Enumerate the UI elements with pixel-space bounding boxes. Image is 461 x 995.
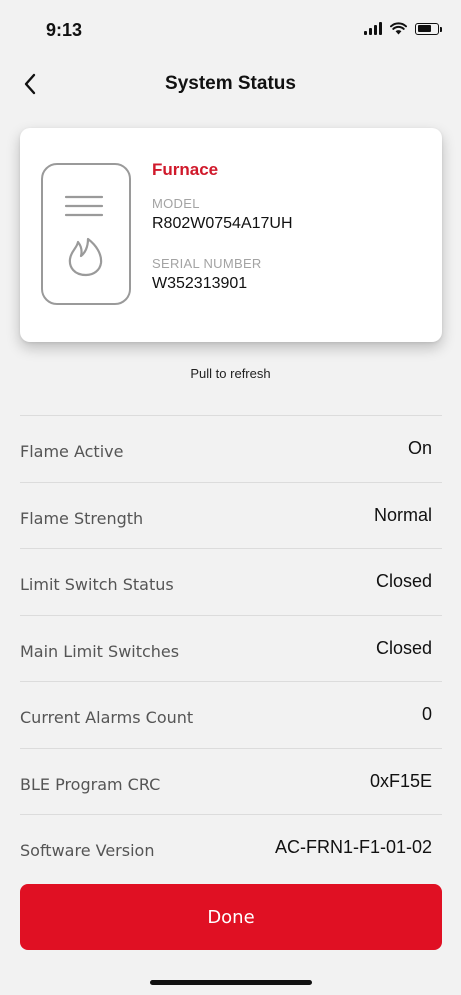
row-label: BLE Program CRC	[20, 774, 161, 794]
home-indicator	[150, 980, 312, 985]
model-value: R802W0754A17UH	[152, 215, 293, 232]
row-value: On	[407, 438, 432, 458]
row-value: 0xF15E	[369, 770, 432, 791]
status-bar: 9:13	[0, 0, 461, 60]
serial-number-label: SERIAL NUMBER	[152, 256, 262, 271]
list-item-hidden	[20, 350, 442, 416]
row-label: Limit Switch Status	[20, 575, 174, 594]
nav-bar: System Status	[0, 60, 461, 108]
flame-icon	[68, 237, 103, 277]
serial-number-value: W352313901	[152, 275, 248, 292]
device-name: Furnace	[152, 160, 219, 179]
row-label: Current Alarms Count	[20, 708, 194, 727]
row-value: Normal	[373, 504, 432, 525]
list-item: Software Version AC-FRN1-F1-01-02	[20, 815, 442, 882]
status-time: 9:13	[46, 20, 83, 40]
done-button[interactable]: Done	[20, 884, 442, 950]
row-label: Software Version	[20, 841, 155, 860]
row-value: Closed	[375, 637, 432, 658]
battery-icon	[415, 22, 442, 35]
list-item: Current Alarms Count 0	[20, 682, 442, 749]
model-label: MODEL	[152, 196, 200, 211]
list-item: BLE Program CRC 0xF15E	[20, 749, 442, 815]
furnace-device-icon	[41, 163, 131, 305]
list-item: Flame Strength Normal	[20, 483, 442, 549]
device-card: Furnace MODEL R802W0754A17UH SERIAL NUMB…	[20, 128, 442, 342]
list-item: Limit Switch Status Closed	[20, 549, 442, 616]
row-label: Main Limit Switches	[20, 641, 180, 661]
list-item: Main Limit Switches Closed	[20, 616, 442, 682]
row-value: Closed	[375, 571, 432, 591]
row-value: 0	[421, 704, 432, 724]
device-info: Furnace MODEL R802W0754A17UH SERIAL NUMB…	[152, 160, 293, 293]
signal-icon	[364, 22, 382, 35]
pull-to-refresh-hint: Pull to refresh	[190, 366, 271, 381]
status-list: Flame Active On Flame Strength Normal Li…	[20, 350, 442, 882]
status-icons	[364, 22, 442, 35]
list-item: Flame Active On	[20, 416, 442, 483]
page-title: System Status	[165, 73, 296, 94]
row-value: AC-FRN1-F1-01-02	[274, 837, 432, 857]
row-label: Flame Strength	[20, 508, 144, 528]
wifi-icon	[390, 22, 407, 35]
row-label: Flame Active	[20, 442, 124, 461]
